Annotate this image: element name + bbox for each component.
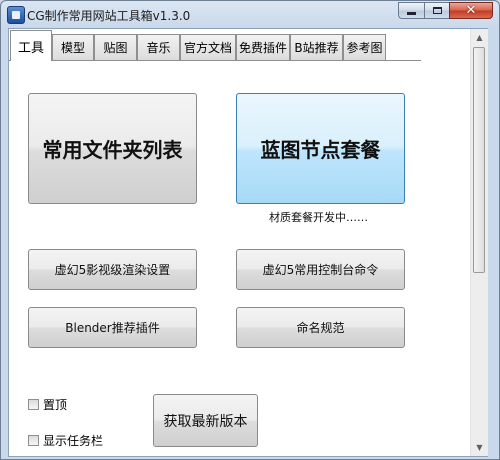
- tab-strip: 工具 模型 贴图 音乐 官方文档 免费插件 B站推荐 参考图: [9, 30, 487, 61]
- minimize-button[interactable]: [398, 2, 424, 19]
- maximize-icon: [432, 7, 442, 14]
- tab-free-plugins[interactable]: 免费插件: [236, 34, 290, 60]
- show-taskbar-checkbox[interactable]: 显示任务栏: [28, 432, 103, 449]
- close-icon: ✕: [465, 3, 477, 18]
- tab-tools[interactable]: 工具: [10, 30, 52, 61]
- scroll-down-icon[interactable]: ▼: [471, 439, 488, 456]
- pin-top-box[interactable]: [28, 399, 39, 410]
- get-latest-version-button[interactable]: 获取最新版本: [153, 394, 258, 447]
- tab-official-docs[interactable]: 官方文档: [180, 34, 236, 60]
- tab-bilibili[interactable]: B站推荐: [290, 34, 343, 60]
- folder-list-button[interactable]: 常用文件夹列表: [28, 93, 197, 204]
- app-icon: [7, 6, 25, 24]
- ue5-render-settings-button[interactable]: 虚幻5影视级渲染设置: [28, 249, 197, 290]
- tab-models[interactable]: 模型: [52, 34, 94, 60]
- close-button[interactable]: ✕: [449, 2, 493, 19]
- caption-buttons: ✕: [398, 2, 493, 20]
- maximize-button[interactable]: [424, 2, 449, 19]
- show-taskbar-label: 显示任务栏: [43, 434, 104, 448]
- tab-divider: [9, 60, 421, 61]
- scroll-up-icon[interactable]: ▲: [471, 29, 488, 46]
- material-dev-note: 材质套餐开发中……: [269, 211, 368, 224]
- tab-textures[interactable]: 贴图: [94, 34, 137, 60]
- pin-top-label: 置顶: [43, 398, 68, 412]
- blender-plugins-button[interactable]: Blender推荐插件: [28, 307, 197, 348]
- window-title: CG制作常用网站工具箱v1.3.0: [27, 9, 191, 23]
- tab-music[interactable]: 音乐: [137, 34, 180, 60]
- naming-convention-button[interactable]: 命名规范: [236, 307, 405, 348]
- show-taskbar-box[interactable]: [28, 435, 39, 446]
- title-bar[interactable]: CG制作常用网站工具箱v1.3.0 ✕: [1, 1, 499, 27]
- ue5-console-commands-button[interactable]: 虚幻5常用控制台命令: [236, 249, 405, 290]
- tab-reference[interactable]: 参考图: [343, 34, 386, 60]
- scroll-thumb[interactable]: [473, 47, 485, 273]
- pin-top-checkbox[interactable]: 置顶: [28, 396, 67, 413]
- app-window: CG制作常用网站工具箱v1.3.0 ✕ 工具 模型 贴图 音乐 官方文档 免费插…: [0, 0, 500, 460]
- client-area: 工具 模型 贴图 音乐 官方文档 免费插件 B站推荐 参考图 常用文件夹列表 蓝…: [8, 28, 488, 457]
- minimize-icon: [407, 12, 416, 15]
- blueprint-pack-button[interactable]: 蓝图节点套餐: [236, 93, 405, 204]
- vertical-scrollbar[interactable]: ▲ ▼: [470, 29, 488, 456]
